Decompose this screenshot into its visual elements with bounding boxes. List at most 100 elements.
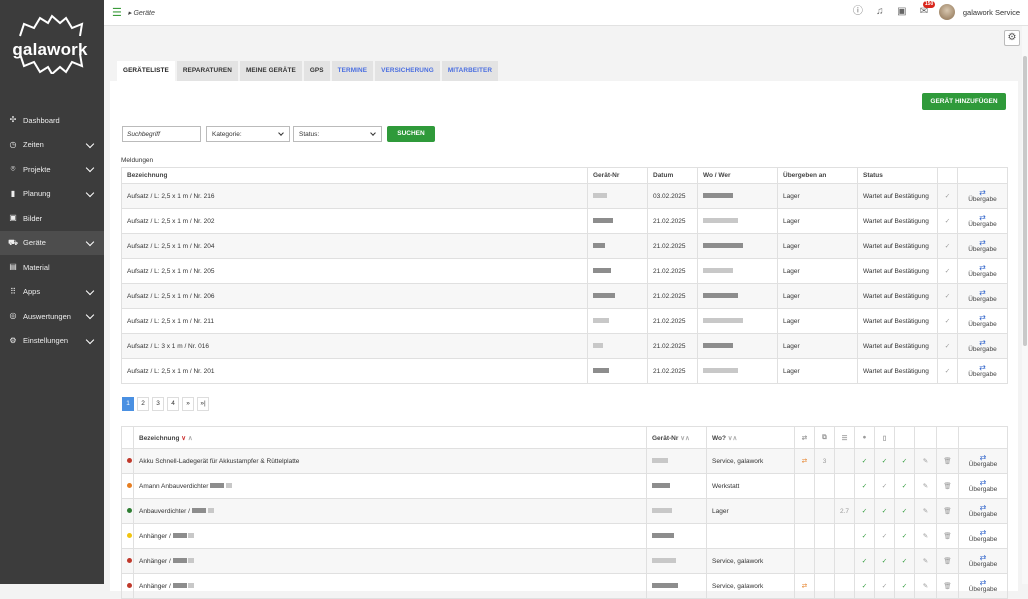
bell-icon[interactable]: ♫ (873, 5, 887, 19)
confirm-check-icon[interactable]: ✓ (937, 183, 958, 209)
table-row[interactable]: Aufsatz / L: 2,5 x 1 m / Nr. 202 21.02.20… (121, 208, 1008, 234)
swap-cell[interactable]: ⇄ (794, 448, 815, 474)
scrollbar[interactable] (1022, 26, 1028, 584)
breadcrumb-item[interactable]: Geräte (133, 10, 154, 17)
chevron-down-icon[interactable] (85, 188, 95, 197)
sidebar-item-geräte[interactable]: ⛟ Geräte (0, 230, 104, 255)
uebergabe-button[interactable]: ⇄ Übergabe (958, 573, 1008, 599)
sidebar-item-dashboard[interactable]: ✣ Dashboard (0, 108, 104, 133)
username[interactable]: galawork Service (963, 8, 1020, 17)
page-button[interactable]: 2 (137, 397, 149, 411)
sidebar-item-material[interactable]: ▤ Material (0, 255, 104, 280)
table-row[interactable]: Aufsatz / L: 2,5 x 1 m / Nr. 201 21.02.20… (121, 358, 1008, 384)
trash-icon[interactable]: 🗑 (936, 573, 959, 599)
uebergabe-button[interactable]: ⇄ Übergabe (957, 208, 1008, 234)
uebergabe-button[interactable]: ⇄ Übergabe (957, 308, 1008, 334)
edit-icon[interactable]: ✎ (914, 448, 937, 474)
sort-icon[interactable]: ∨∧ (728, 435, 738, 442)
uebergabe-button[interactable]: ⇄ Übergabe (958, 498, 1008, 524)
tab-meine-geräte[interactable]: MEINE GERÄTE (240, 61, 302, 81)
clipboard-icon[interactable]: ▣ (895, 5, 909, 19)
page-button[interactable]: »| (197, 397, 209, 411)
swap-cell[interactable]: ⇄ (794, 573, 815, 599)
search-input[interactable]: Suchbegriff (122, 126, 201, 142)
sidebar-item-auswertungen[interactable]: ◎ Auswertungen (0, 304, 104, 329)
uebergabe-button[interactable]: ⇄ Übergabe (957, 258, 1008, 284)
table-row[interactable]: Anbauverdichter / Lager 2.7 ✓ ✓ ✓ ✎ 🗑 ⇄ Übergabe (121, 498, 1008, 524)
sort-desc-icon[interactable]: ∨ (181, 435, 186, 442)
swap-cell[interactable] (794, 498, 815, 524)
uebergabe-button[interactable]: ⇄ Übergabe (958, 523, 1008, 549)
confirm-check-icon[interactable]: ✓ (937, 258, 958, 284)
uebergabe-button[interactable]: ⇄ Übergabe (957, 283, 1008, 309)
uebergabe-button[interactable]: ⇄ Übergabe (958, 448, 1008, 474)
table-row[interactable]: Anhänger / ✓ ✓ ✓ ✎ 🗑 ⇄ Übergabe (121, 523, 1008, 549)
uebergabe-button[interactable]: ⇄ Übergabe (957, 358, 1008, 384)
page-button[interactable]: 3 (152, 397, 164, 411)
trash-icon[interactable]: 🗑 (936, 548, 959, 574)
chevron-down-icon[interactable] (85, 139, 95, 148)
uebergabe-button[interactable]: ⇄ Übergabe (957, 233, 1008, 259)
chevron-down-icon[interactable] (85, 237, 95, 246)
page-button[interactable]: 4 (167, 397, 179, 411)
chevron-down-icon[interactable] (85, 286, 95, 295)
confirm-check-icon[interactable]: ✓ (937, 333, 958, 359)
table-row[interactable]: Anhänger / Service, galawork ⇄ ✓ ✓ ✓ ✎ 🗑 ⇄ Überg… (121, 573, 1008, 599)
add-device-button[interactable]: GERÄT HINZUFÜGEN (922, 93, 1006, 110)
edit-icon[interactable]: ✎ (914, 498, 937, 524)
tab-gps[interactable]: GPS (303, 61, 330, 81)
edit-icon[interactable]: ✎ (914, 473, 937, 499)
tab-termine[interactable]: TERMINE (331, 61, 374, 81)
sidebar-item-einstellungen[interactable]: ⚙ Einstellungen (0, 329, 104, 354)
table-row[interactable]: Aufsatz / L: 2,5 x 1 m / Nr. 211 21.02.20… (121, 308, 1008, 334)
table-row[interactable]: Aufsatz / L: 2,5 x 1 m / Nr. 216 03.02.20… (121, 183, 1008, 209)
trash-icon[interactable]: 🗑 (936, 498, 959, 524)
swap-cell[interactable] (794, 548, 815, 574)
column-header-bezeichnung[interactable]: Bezeichnung ∨ ∧ (133, 426, 647, 449)
table-row[interactable]: Aufsatz / L: 3 x 1 m / Nr. 016 21.02.2025… (121, 333, 1008, 359)
trash-icon[interactable]: 🗑 (936, 523, 959, 549)
avatar[interactable] (938, 4, 955, 20)
confirm-check-icon[interactable]: ✓ (937, 283, 958, 309)
tab-versicherung[interactable]: VERSICHERUNG (375, 61, 440, 81)
edit-icon[interactable]: ✎ (914, 548, 937, 574)
uebergabe-button[interactable]: ⇄ Übergabe (957, 183, 1008, 209)
sort-asc-icon[interactable]: ∧ (188, 435, 193, 442)
chevron-down-icon[interactable] (85, 335, 95, 344)
uebergabe-button[interactable]: ⇄ Übergabe (957, 333, 1008, 359)
sidebar-item-zeiten[interactable]: ◷ Zeiten (0, 133, 104, 158)
menu-toggle-icon[interactable]: ☰ (112, 6, 122, 19)
uebergabe-button[interactable]: ⇄ Übergabe (958, 548, 1008, 574)
edit-icon[interactable]: ✎ (914, 573, 937, 599)
tab-mitarbeiter[interactable]: MITARBEITER (441, 61, 499, 81)
edit-icon[interactable]: ✎ (914, 523, 937, 549)
column-header-geraet-nr[interactable]: Gerät-Nr ∨∧ (646, 426, 707, 449)
settings-gear-button[interactable]: ⚙ (1004, 30, 1020, 46)
scrollbar-thumb[interactable] (1023, 56, 1027, 346)
galawork-logo[interactable]: galawork (8, 14, 92, 74)
search-button[interactable]: SUCHEN (387, 126, 435, 142)
mail-icon[interactable]: ✉ 150 (917, 1, 936, 19)
table-row[interactable]: Akku Schnell-Ladegerät für Akkustampfer … (121, 448, 1008, 474)
sidebar-item-bilder[interactable]: ▣ Bilder (0, 206, 104, 231)
info-icon[interactable]: ⓘ (851, 5, 865, 19)
confirm-check-icon[interactable]: ✓ (937, 233, 958, 259)
page-button[interactable]: » (182, 397, 194, 411)
chevron-down-icon[interactable] (85, 310, 95, 320)
tab-reparaturen[interactable]: REPARATUREN (176, 61, 238, 81)
chevron-down-icon[interactable] (85, 163, 95, 173)
confirm-check-icon[interactable]: ✓ (937, 358, 958, 384)
table-row[interactable]: Anhänger / Service, galawork ✓ ✓ ✓ ✎ 🗑 ⇄ Überga… (121, 548, 1008, 574)
sort-icon[interactable]: ∨∧ (680, 435, 690, 442)
page-button[interactable]: 1 (122, 397, 134, 411)
trash-icon[interactable]: 🗑 (936, 473, 959, 499)
table-row[interactable]: Aufsatz / L: 2,5 x 1 m / Nr. 205 21.02.20… (121, 258, 1008, 284)
sidebar-item-apps[interactable]: ⠿ Apps (0, 280, 104, 305)
sidebar-item-planung[interactable]: ▮ Planung (0, 182, 104, 207)
status-select[interactable]: Status: (293, 126, 382, 142)
sidebar-item-projekte[interactable]: ⌾ Projekte (0, 157, 104, 182)
confirm-check-icon[interactable]: ✓ (937, 208, 958, 234)
table-row[interactable]: Aufsatz / L: 2,5 x 1 m / Nr. 204 21.02.20… (121, 233, 1008, 259)
confirm-check-icon[interactable]: ✓ (937, 308, 958, 334)
uebergabe-button[interactable]: ⇄ Übergabe (958, 473, 1008, 499)
